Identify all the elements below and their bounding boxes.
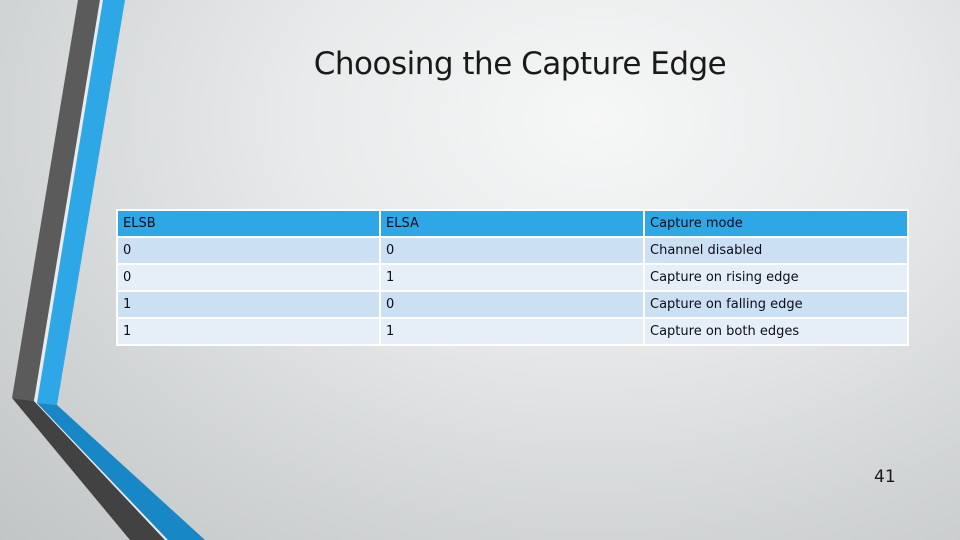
header-elsb: ELSB bbox=[116, 209, 381, 238]
slide-title: Choosing the Capture Edge bbox=[313, 46, 727, 82]
gray-band-lower bbox=[12, 398, 165, 540]
table-row: 0 1 Capture on rising edge bbox=[116, 263, 909, 292]
cell-elsb: 1 bbox=[116, 317, 381, 346]
table-row: 0 0 Channel disabled bbox=[116, 236, 909, 265]
cell-capture-mode: Channel disabled bbox=[643, 236, 909, 265]
cell-elsa: 0 bbox=[379, 290, 645, 319]
slide-number: 41 bbox=[874, 467, 896, 487]
table-row: 1 0 Capture on falling edge bbox=[116, 290, 909, 319]
cell-elsb: 0 bbox=[116, 236, 381, 265]
separator-line-lower bbox=[34, 401, 168, 540]
capture-mode-table: ELSB ELSA Capture mode 0 0 Channel disab… bbox=[116, 209, 909, 346]
header-elsa: ELSA bbox=[379, 209, 645, 238]
cell-capture-mode: Capture on both edges bbox=[643, 317, 909, 346]
cell-elsa: 0 bbox=[379, 236, 645, 265]
table-row: 1 1 Capture on both edges bbox=[116, 317, 909, 346]
cell-elsa: 1 bbox=[379, 263, 645, 292]
cell-elsb: 0 bbox=[116, 263, 381, 292]
cell-capture-mode: Capture on rising edge bbox=[643, 263, 909, 292]
header-capture-mode: Capture mode bbox=[643, 209, 909, 238]
cell-capture-mode: Capture on falling edge bbox=[643, 290, 909, 319]
cell-elsa: 1 bbox=[379, 317, 645, 346]
cell-elsb: 1 bbox=[116, 290, 381, 319]
table-header-row: ELSB ELSA Capture mode bbox=[116, 209, 909, 238]
